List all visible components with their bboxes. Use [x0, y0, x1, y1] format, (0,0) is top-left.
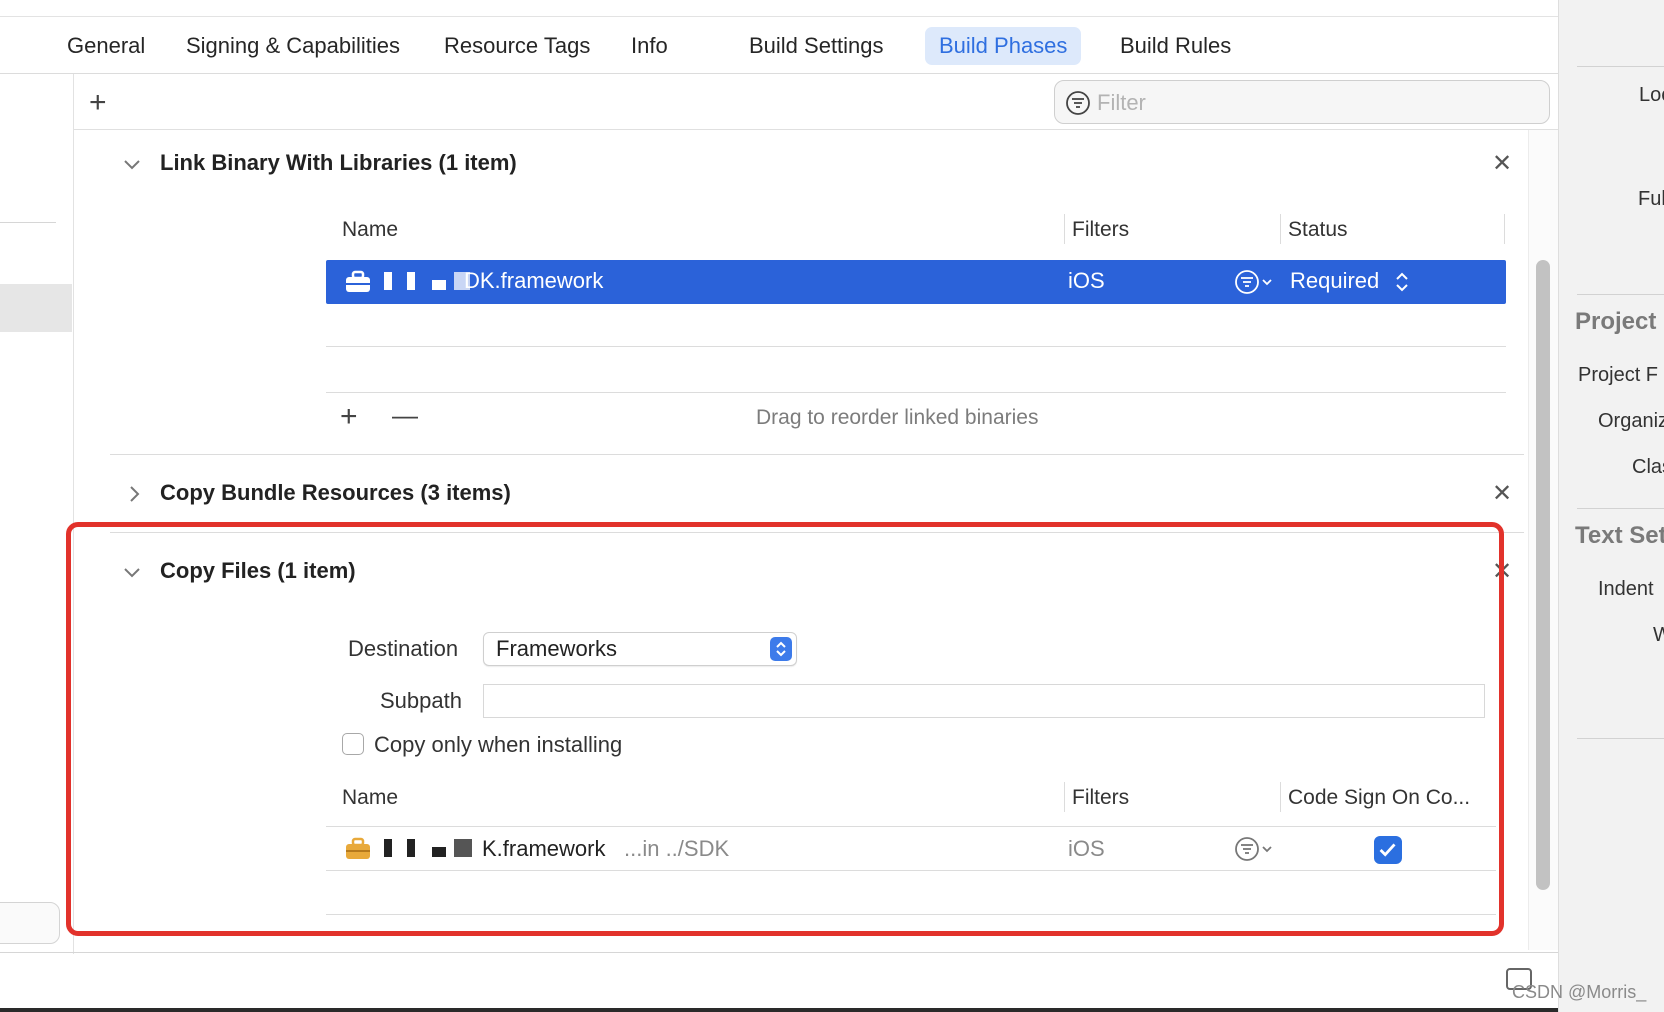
inspector-label: Class	[1632, 456, 1664, 478]
editor-tab-bar: General Signing & Capabilities Resource …	[0, 0, 1558, 74]
inspector-label: Indent	[1598, 578, 1654, 600]
column-divider	[1064, 214, 1065, 244]
tab-general[interactable]: General	[53, 27, 159, 65]
divider	[326, 346, 1506, 347]
vertical-scrollbar[interactable]	[1528, 130, 1558, 950]
filter-field[interactable]	[1054, 80, 1550, 124]
column-divider	[1504, 214, 1505, 244]
inspector-label: Ful	[1638, 188, 1664, 210]
filter-menu-icon[interactable]	[1234, 269, 1276, 295]
close-icon[interactable]: ✕	[1492, 482, 1512, 506]
targets-sidebar	[0, 74, 74, 954]
redacted-mark	[407, 272, 415, 290]
tab-info[interactable]: Info	[617, 27, 682, 65]
divider	[0, 952, 1558, 953]
column-header-name[interactable]: Name	[342, 218, 398, 242]
divider	[110, 454, 1524, 455]
tab-build-phases[interactable]: Build Phases	[925, 27, 1082, 65]
column-divider	[1280, 214, 1281, 244]
redacted-mark	[432, 280, 446, 290]
redacted-mark	[384, 272, 392, 290]
scrollbar-thumb[interactable]	[1536, 260, 1550, 890]
inspector-label: W	[1653, 624, 1664, 647]
close-icon[interactable]: ✕	[1492, 152, 1512, 176]
inspector-label: Organiz	[1598, 410, 1664, 432]
divider	[1577, 66, 1664, 67]
inspector-label: Project F	[1578, 364, 1659, 386]
tab-build-rules[interactable]: Build Rules	[1106, 27, 1245, 65]
reorder-hint: Drag to reorder linked binaries	[756, 406, 1039, 429]
link-binary-phase-title[interactable]: Link Binary With Libraries (1 item)	[160, 150, 517, 176]
column-header-status[interactable]: Status	[1288, 218, 1348, 242]
inspector-section-text-settings: Text Set	[1575, 522, 1664, 549]
filter-icon	[1066, 91, 1090, 115]
highlight-annotation	[66, 522, 1504, 936]
chevron-down-icon[interactable]	[122, 154, 142, 174]
add-library-button[interactable]: +	[340, 402, 358, 432]
inspector-label: Loc	[1639, 84, 1664, 106]
sidebar-selected-item[interactable]	[0, 284, 72, 332]
divider	[1577, 508, 1664, 509]
table-row[interactable]: DK.framework iOS Required	[326, 260, 1506, 304]
divider	[1577, 738, 1664, 739]
status-value[interactable]: Required	[1290, 268, 1379, 294]
stepper-icon[interactable]	[1394, 269, 1410, 295]
column-header-filters[interactable]: Filters	[1072, 218, 1129, 242]
divider	[0, 222, 56, 223]
toolbox-icon	[346, 270, 370, 292]
filter-input[interactable]	[1097, 87, 1537, 119]
sidebar-filter-field[interactable]	[0, 902, 60, 944]
copy-bundle-phase-title[interactable]: Copy Bundle Resources (3 items)	[160, 480, 511, 506]
remove-library-button[interactable]: —	[392, 402, 418, 428]
add-phase-button[interactable]: +	[89, 88, 107, 118]
tab-resource-tags[interactable]: Resource Tags	[430, 27, 604, 65]
window-bottom-edge	[0, 1008, 1558, 1012]
tab-signing-capabilities[interactable]: Signing & Capabilities	[172, 27, 414, 65]
chevron-right-icon[interactable]	[124, 484, 144, 504]
tab-build-settings[interactable]: Build Settings	[735, 27, 898, 65]
inspector-section-project: Project	[1575, 308, 1657, 335]
framework-name: DK.framework	[464, 268, 604, 293]
watermark: CSDN @Morris_	[1512, 982, 1647, 1002]
divider	[1577, 294, 1664, 295]
divider	[326, 392, 1506, 393]
inspector-panel: Loc Ful Project Project F Organiz Class …	[1558, 0, 1664, 1012]
divider	[0, 16, 1558, 17]
platform-filter: iOS	[1068, 268, 1105, 293]
